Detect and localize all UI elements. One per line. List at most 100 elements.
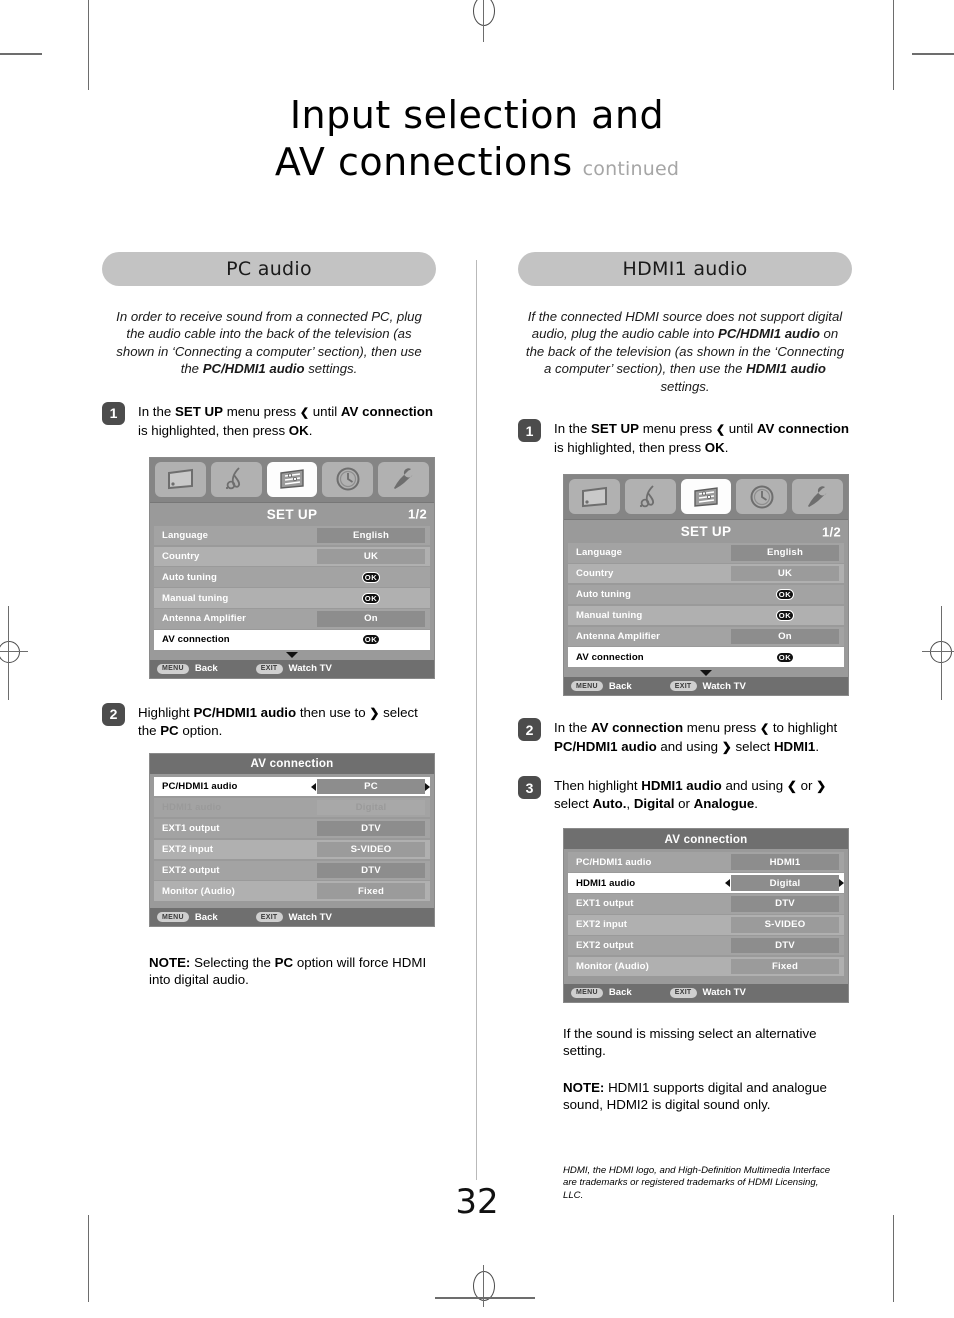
menu-key-icon[interactable]: MENU xyxy=(571,681,603,692)
right-step-3-b1: HDMI1 audio xyxy=(641,778,722,794)
av-row-value: S-VIDEO xyxy=(350,843,392,855)
scroll-down-arrow-icon[interactable] xyxy=(564,668,848,678)
setup-row-label: Auto tuning xyxy=(162,571,217,583)
setup-row-manual-tuning[interactable]: Manual tuning OK xyxy=(568,605,844,626)
av-row-ext2-input[interactable]: EXT2 input S-VIDEO xyxy=(568,915,844,935)
av-row-monitor-audio[interactable]: Monitor (Audio) Fixed xyxy=(568,956,844,977)
av-row-hdmi1-audio[interactable]: HDMI1 audio Digital xyxy=(568,873,844,893)
av-row-value-box[interactable]: DTV xyxy=(731,896,839,912)
right-step-3-t1: Then highlight xyxy=(554,778,642,794)
right-step-1-text: In the SET UP menu press ❮ until AV conn… xyxy=(554,419,852,456)
setup-row-country[interactable]: Country UK xyxy=(568,563,844,584)
right-step-2-t4: and using xyxy=(656,739,722,755)
av-row-monitor-audio[interactable]: Monitor (Audio) Fixed xyxy=(154,881,430,901)
setup-icon[interactable] xyxy=(680,479,732,515)
av-row-value-box: Digital xyxy=(317,799,425,816)
setup-icon[interactable] xyxy=(266,461,318,497)
right-step-2-b2: PC/HDMI1 audio xyxy=(554,739,657,755)
right-setup-page-indicator: 1/2 xyxy=(822,524,841,540)
left-note: NOTE: Selecting the PC option will force… xyxy=(149,954,436,988)
tools-icon[interactable] xyxy=(378,461,429,497)
setup-row-value: English xyxy=(352,529,390,541)
setup-row-antenna-amplifier[interactable]: Antenna Amplifier On xyxy=(568,626,844,647)
left-step-1-b3: OK xyxy=(288,422,309,438)
av-row-pc-hdmi1-audio[interactable]: PC/HDMI1 audio PC xyxy=(154,776,430,797)
av-row-label: HDMI1 audio xyxy=(162,802,222,814)
scroll-down-arrow-icon[interactable] xyxy=(150,650,434,660)
av-row-value-box[interactable]: Fixed xyxy=(731,958,839,975)
setup-row-auto-tuning[interactable]: Auto tuning OK xyxy=(154,567,430,587)
timer-icon[interactable] xyxy=(736,479,788,515)
exit-key-icon[interactable]: EXIT xyxy=(669,987,697,998)
arrow-right-icon[interactable] xyxy=(425,782,430,791)
crop-mark-top-left xyxy=(88,0,89,90)
setup-row-label: Auto tuning xyxy=(576,589,631,601)
setup-row-av-connection[interactable]: AV connection OK xyxy=(154,630,430,650)
setup-row-value-plain: OK xyxy=(317,567,425,587)
sound-icon[interactable] xyxy=(624,479,676,515)
left-av-connection-menu: AV connection PC/HDMI1 audio PC HDMI1 au… xyxy=(149,752,435,928)
setup-row-value-box[interactable]: English xyxy=(317,527,425,544)
setup-row-value-box[interactable]: UK xyxy=(317,548,425,565)
setup-row-language[interactable]: Language English xyxy=(568,543,844,563)
right-step-2-b1: AV connection xyxy=(590,720,684,736)
av-row-value-box[interactable]: DTV xyxy=(317,862,425,879)
right-step-1-b1: SET UP xyxy=(590,421,639,437)
av-row-ext2-output[interactable]: EXT2 output DTV xyxy=(568,935,844,956)
picture-icon[interactable] xyxy=(155,461,206,497)
picture-icon[interactable] xyxy=(569,479,620,515)
left-step-2-text: Highlight PC/HDMI1 audio then use to ❯ s… xyxy=(138,703,436,739)
av-row-ext2-input[interactable]: EXT2 input S-VIDEO xyxy=(154,839,430,860)
setup-row-label: Language xyxy=(576,547,623,559)
exit-key-icon[interactable]: EXIT xyxy=(255,663,283,674)
av-row-value: Digital xyxy=(769,877,801,889)
setup-row-label: Manual tuning xyxy=(576,609,643,621)
av-row-value-box[interactable]: DTV xyxy=(731,937,839,954)
av-row-value-box[interactable]: HDMI1 xyxy=(731,854,839,870)
setup-row-manual-tuning[interactable]: Manual tuning OK xyxy=(154,588,430,608)
setup-row-country[interactable]: Country UK xyxy=(154,546,430,567)
av-row-value-box[interactable]: S-VIDEO xyxy=(731,917,839,933)
av-row-value-box[interactable]: Fixed xyxy=(317,883,425,899)
tools-icon[interactable] xyxy=(792,479,843,515)
av-row-value-box[interactable]: S-VIDEO xyxy=(317,841,425,858)
menu-key-icon[interactable]: MENU xyxy=(571,987,603,998)
setup-row-value-box[interactable]: On xyxy=(317,611,425,627)
left-step-2-b1: PC/HDMI1 audio xyxy=(193,704,297,720)
chevron-right-icon: ❯ xyxy=(369,705,380,720)
right-step-3-t2: and using xyxy=(721,778,787,794)
menu-key-icon[interactable]: MENU xyxy=(157,912,189,923)
setup-row-av-connection[interactable]: AV connection OK xyxy=(568,647,844,667)
arrow-right-icon[interactable] xyxy=(839,879,844,888)
av-row-ext1-output[interactable]: EXT1 output DTV xyxy=(154,818,430,839)
av-row-value-box[interactable]: DTV xyxy=(317,820,425,837)
right-step-1-b2: AV connection xyxy=(756,421,849,437)
exit-key-icon[interactable]: EXIT xyxy=(255,912,283,923)
av-row-value-box[interactable]: Digital xyxy=(731,875,839,891)
exit-key-icon[interactable]: EXIT xyxy=(669,681,697,692)
setup-row-language[interactable]: Language English xyxy=(154,525,430,546)
av-row-value-box[interactable]: PC xyxy=(317,778,425,795)
av-row-ext2-output[interactable]: EXT2 output DTV xyxy=(154,860,430,881)
av-row-hdmi1-audio: HDMI1 audio Digital xyxy=(154,797,430,818)
right-step-1-t5: . xyxy=(724,440,729,456)
menu-key-icon[interactable]: MENU xyxy=(157,663,189,674)
setup-row-auto-tuning[interactable]: Auto tuning OK xyxy=(568,584,844,605)
arrow-left-icon[interactable] xyxy=(311,782,316,791)
left-av-footer: MENU Back EXIT Watch TV xyxy=(150,908,434,927)
pc-audio-intro-b1: PC/HDMI1 audio xyxy=(202,361,305,377)
setup-row-value-box[interactable]: On xyxy=(731,628,839,645)
timer-icon[interactable] xyxy=(322,461,374,497)
av-row-pc-hdmi1-audio[interactable]: PC/HDMI1 audio HDMI1 xyxy=(568,852,844,872)
sound-icon[interactable] xyxy=(210,461,262,497)
av-row-label: EXT2 output xyxy=(576,940,634,952)
setup-row-value-box[interactable]: UK xyxy=(731,565,839,582)
left-note-b1: PC xyxy=(274,955,294,971)
setup-row-value-box[interactable]: English xyxy=(731,545,839,561)
setup-row-antenna-amplifier[interactable]: Antenna Amplifier On xyxy=(154,609,430,629)
right-av-title: AV connection xyxy=(664,832,748,846)
trim-mark-left-top xyxy=(0,53,42,55)
av-row-ext1-output[interactable]: EXT1 output DTV xyxy=(568,894,844,914)
setup-row-value-plain: OK xyxy=(731,585,839,605)
arrow-left-icon[interactable] xyxy=(725,879,730,888)
